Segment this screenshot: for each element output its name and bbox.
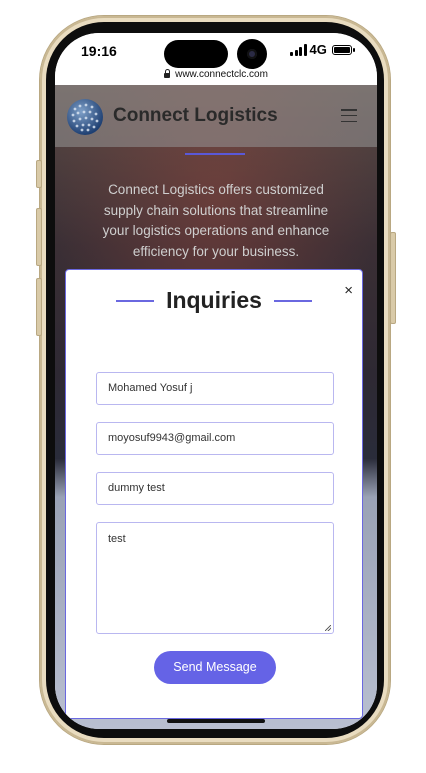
status-bar: 19:16 4G www.connectclc.com [55,33,377,85]
modal-title: Inquiries [166,287,262,313]
close-icon[interactable]: × [344,283,353,298]
inquiries-modal: Inquiries × Mohamed Yosuf j moyosuf9943@… [65,269,363,719]
dynamic-island [164,40,228,68]
site-title[interactable]: Connect Logistics [113,105,278,127]
phone-screen: 19:16 4G www.connectclc.com Connect Logi… [55,33,377,729]
side-button-volume-up [36,208,42,266]
name-field[interactable]: Mohamed Yosuf j [96,372,334,405]
home-indicator[interactable] [167,719,265,723]
globe-logo-icon[interactable] [65,97,105,137]
modal-header: Inquiries [66,287,362,314]
email-field[interactable]: moyosuf9943@gmail.com [96,422,334,455]
battery-icon [331,44,355,55]
side-button-volume-down [36,278,42,336]
signal-strength-icon [290,43,307,56]
side-button-mute [36,160,42,188]
lock-icon [164,69,171,78]
status-indicators: 4G [290,42,355,57]
url-bar[interactable]: www.connectclc.com [55,69,377,80]
website-content: Connect Logistics Connect Logistics offe… [55,85,377,729]
front-camera-icon [237,39,267,69]
url-text: www.connectclc.com [175,69,268,80]
side-button-power [390,232,396,324]
send-message-button[interactable]: Send Message [154,651,276,684]
network-type: 4G [309,42,327,57]
title-line-left [116,299,155,302]
subject-field[interactable]: dummy test [96,472,334,505]
status-time: 19:16 [81,43,117,59]
site-header: Connect Logistics [55,85,377,147]
title-line-right [273,299,312,302]
resize-grip-icon[interactable] [325,625,331,631]
hero-accent-divider [185,153,245,155]
message-text: test [108,533,126,545]
hamburger-menu-icon[interactable] [341,109,357,122]
message-textarea[interactable]: test [96,522,334,634]
hero-description: Connect Logistics offers customized supp… [102,182,330,259]
